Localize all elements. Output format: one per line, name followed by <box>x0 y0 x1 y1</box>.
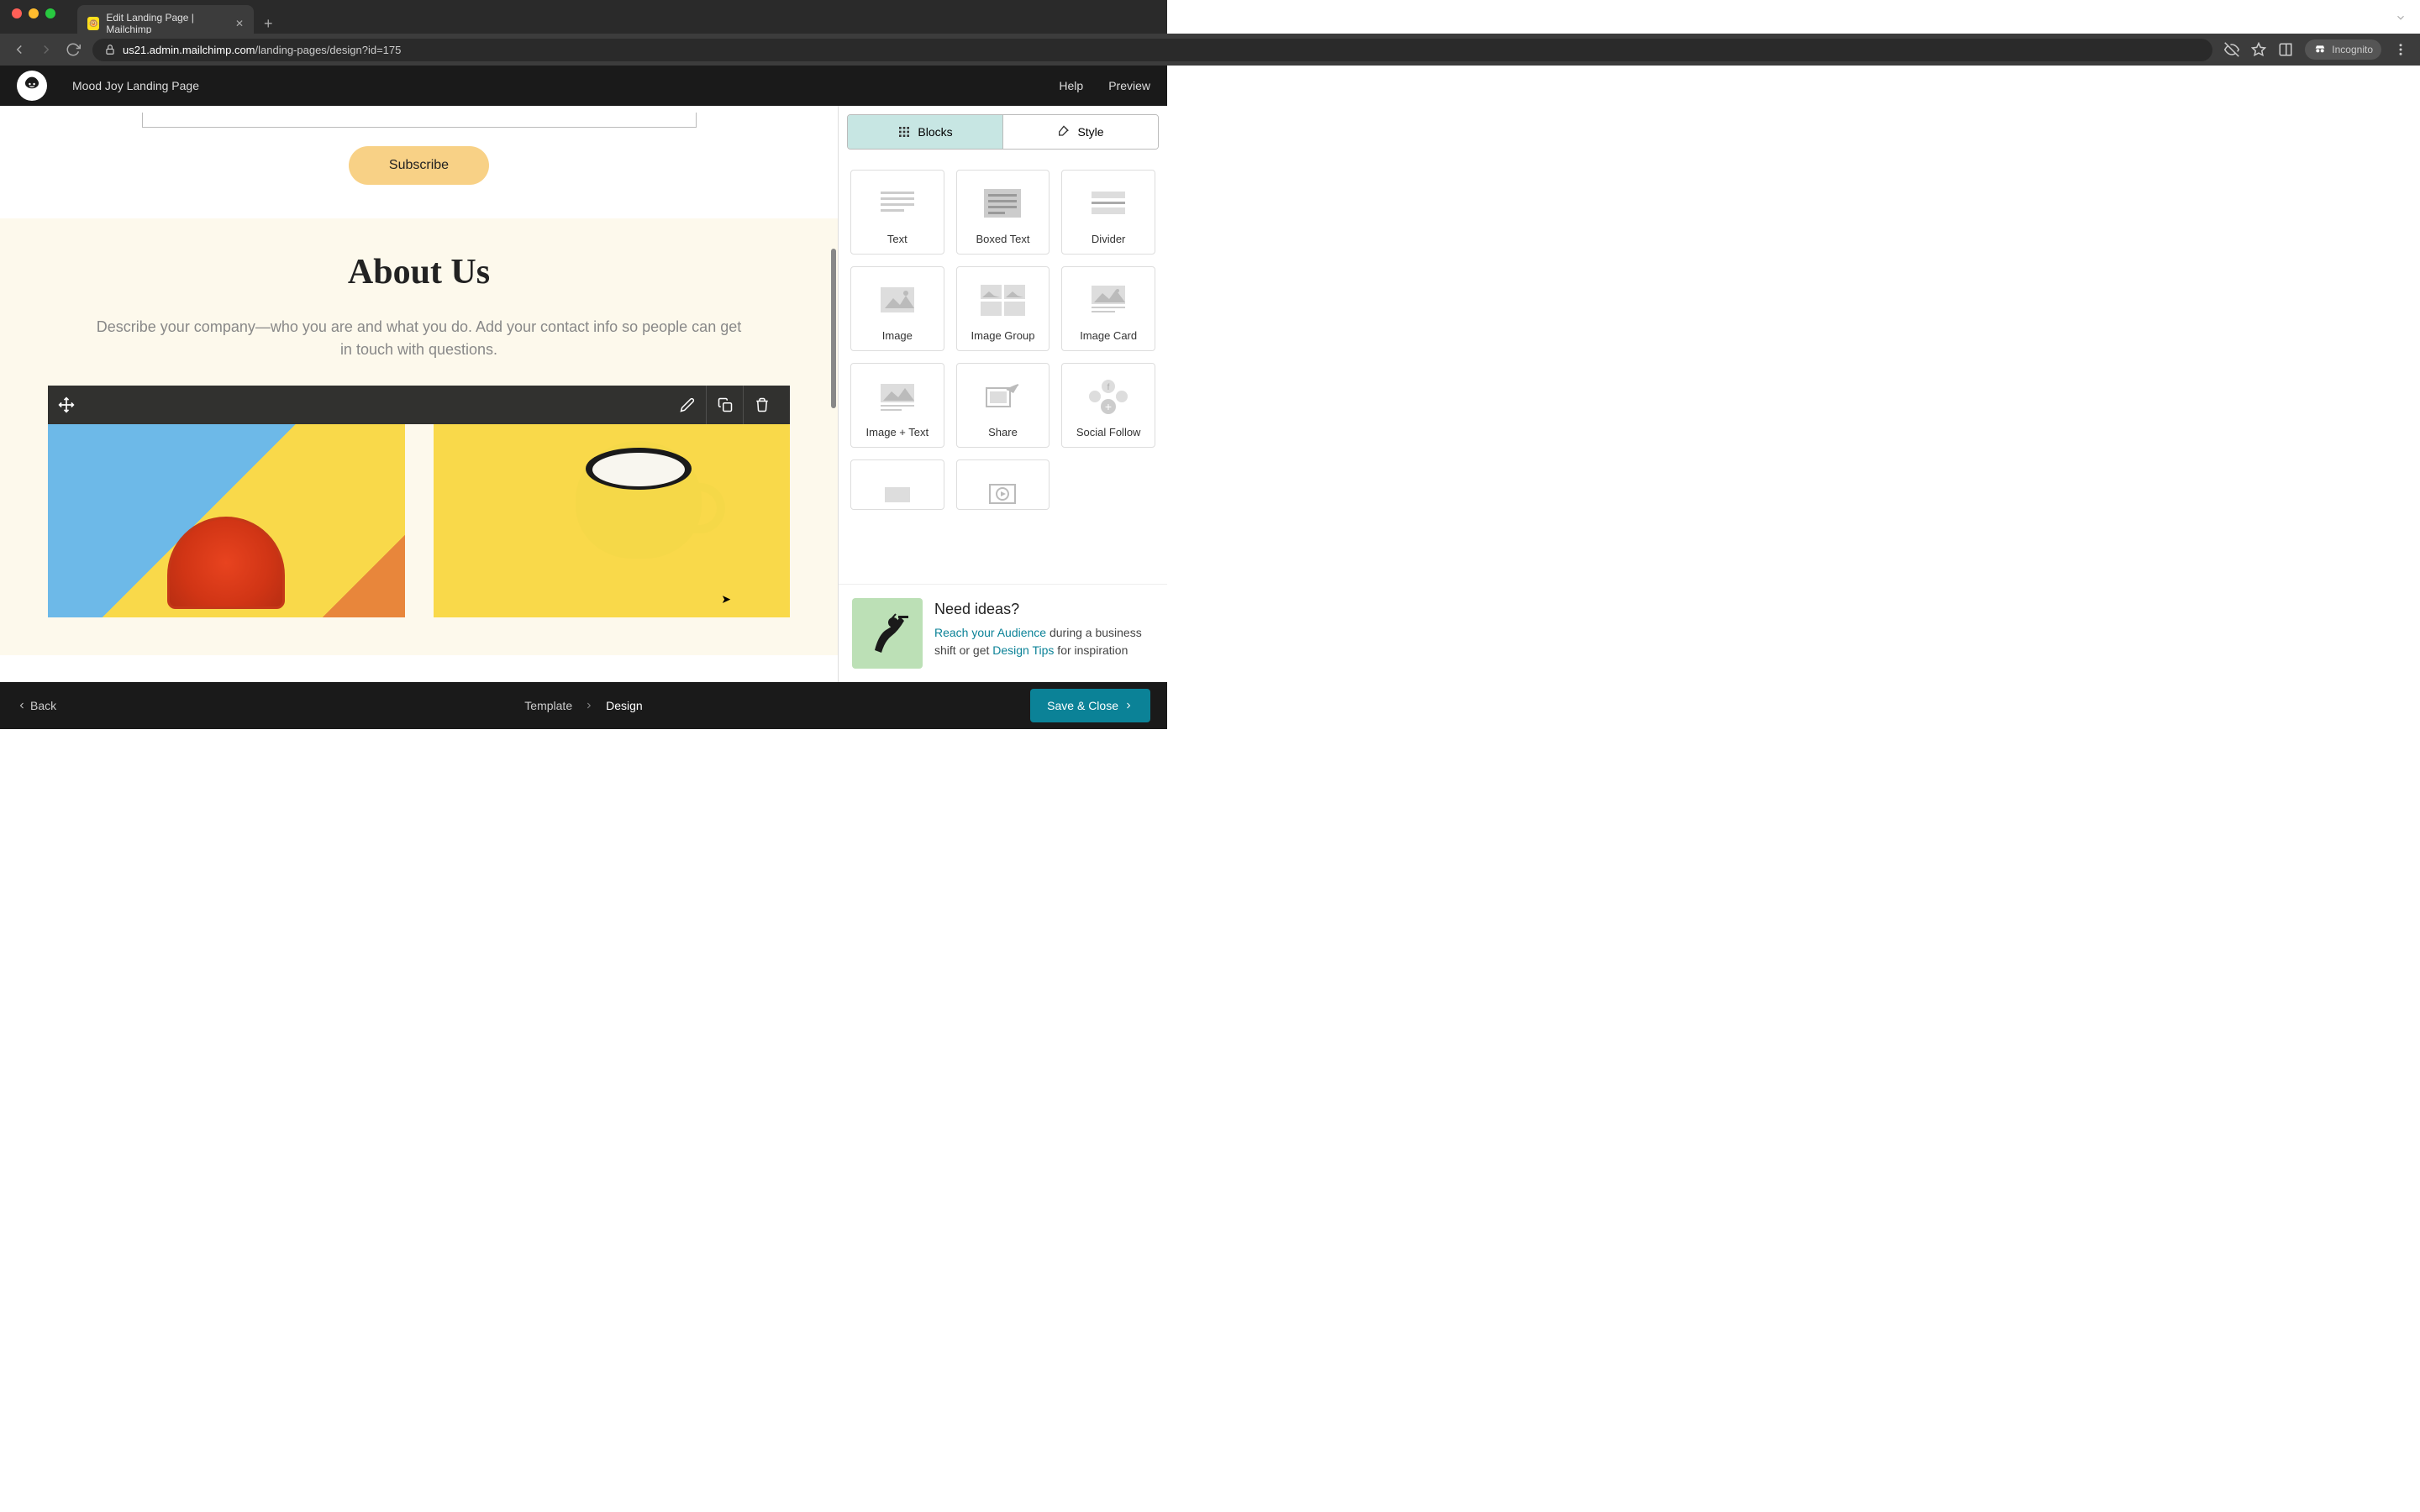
mouse-cursor-icon: ➤ <box>721 592 731 606</box>
ideas-title: Need ideas? <box>934 598 1154 621</box>
move-handle-icon[interactable] <box>58 396 75 413</box>
chevron-right-icon <box>584 701 594 711</box>
browser-chrome: 🐵 Edit Landing Page | Mailchimp ✕ + us21… <box>0 0 1167 66</box>
reach-audience-link[interactable]: Reach your Audience <box>934 626 1046 639</box>
block-video[interactable] <box>956 459 1050 510</box>
app-header: Mood Joy Landing Page Help Preview <box>0 66 1167 106</box>
extensions-icon[interactable] <box>2278 42 2293 57</box>
reload-button[interactable] <box>66 42 81 57</box>
side-panel: Blocks Style Text Boxed Text Divider <box>838 106 1167 682</box>
about-us-heading[interactable]: About Us <box>25 252 813 292</box>
window-maximize-button[interactable] <box>45 8 55 18</box>
block-divider[interactable]: Divider <box>1061 170 1155 255</box>
window-close-button[interactable] <box>12 8 22 18</box>
preview-link[interactable]: Preview <box>1108 79 1150 92</box>
save-close-button[interactable]: Save & Close <box>1030 689 1150 722</box>
share-icon <box>964 374 1043 419</box>
image-icon <box>858 277 937 323</box>
svg-text:f: f <box>1107 383 1110 392</box>
address-bar[interactable]: us21.admin.mailchimp.com/landing-pages/d… <box>92 39 2212 61</box>
duplicate-block-button[interactable] <box>706 386 743 424</box>
subscribe-button[interactable]: Subscribe <box>349 146 489 185</box>
new-tab-button[interactable]: + <box>264 15 273 33</box>
block-partial-icon <box>858 470 937 510</box>
incognito-icon <box>2313 43 2327 56</box>
block-boxed-text[interactable]: Boxed Text <box>956 170 1050 255</box>
block-share[interactable]: Share <box>956 363 1050 448</box>
image-group-block[interactable]: ➤ <box>47 385 791 618</box>
help-link[interactable]: Help <box>1059 79 1083 92</box>
mailchimp-favicon-icon: 🐵 <box>87 17 99 30</box>
block-image-text[interactable]: Image + Text <box>850 363 944 448</box>
block-image-group[interactable]: Image Group <box>956 266 1050 351</box>
block-image-card[interactable]: Image Card <box>1061 266 1155 351</box>
image-card-icon <box>1069 277 1148 323</box>
tab-style[interactable]: Style <box>1003 115 1158 149</box>
about-us-description[interactable]: Describe your company—who you are and wh… <box>92 316 747 361</box>
delete-block-button[interactable] <box>743 386 780 424</box>
paint-icon <box>1057 125 1071 139</box>
grid-icon <box>897 125 911 139</box>
ideas-illustration <box>852 598 923 669</box>
nav-back-button[interactable] <box>12 42 27 57</box>
image-text-icon <box>858 374 937 419</box>
image-group-icon <box>964 277 1043 323</box>
nav-forward-button[interactable] <box>39 42 54 57</box>
boxed-text-icon <box>964 181 1043 226</box>
tab-blocks[interactable]: Blocks <box>848 115 1003 149</box>
svg-text:+: + <box>1105 400 1112 413</box>
editor-canvas[interactable]: Subscribe About Us Describe your company… <box>0 106 838 682</box>
block-text[interactable]: Text <box>850 170 944 255</box>
block-image[interactable]: Image <box>850 266 944 351</box>
design-tips-link[interactable]: Design Tips <box>992 643 1054 657</box>
bookmark-star-icon[interactable] <box>2251 42 2266 57</box>
block-toolbar <box>48 386 790 424</box>
mailchimp-logo[interactable] <box>17 71 47 101</box>
divider-icon <box>1069 181 1148 226</box>
breadcrumb: Template Design <box>524 699 642 712</box>
eye-off-icon[interactable] <box>2224 42 2239 57</box>
window-minimize-button[interactable] <box>29 8 39 18</box>
block-social-follow[interactable]: f+ Social Follow <box>1061 363 1155 448</box>
bottom-bar: Back Template Design Save & Close <box>0 682 1167 729</box>
url-path: /landing-pages/design?id=175 <box>255 44 402 56</box>
tab-title: Edit Landing Page | Mailchimp <box>106 12 229 35</box>
text-block-icon <box>858 181 937 226</box>
need-ideas-panel: Need ideas? Reach your Audience during a… <box>839 584 1167 682</box>
canvas-scrollbar[interactable] <box>831 249 836 408</box>
tabs-dropdown-icon[interactable] <box>2395 12 2407 24</box>
incognito-badge[interactable]: Incognito <box>2305 39 2381 60</box>
chevron-left-icon <box>17 701 27 711</box>
email-input-field[interactable] <box>142 113 697 128</box>
page-title: Mood Joy Landing Page <box>72 79 199 92</box>
lock-icon <box>104 44 116 55</box>
image-left[interactable] <box>48 424 405 617</box>
back-button[interactable]: Back <box>17 699 56 712</box>
browser-menu-icon[interactable] <box>2393 42 2408 57</box>
social-follow-icon: f+ <box>1069 374 1148 419</box>
url-domain: us21.admin.mailchimp.com <box>123 44 255 56</box>
breadcrumb-design[interactable]: Design <box>606 699 643 712</box>
close-tab-icon[interactable]: ✕ <box>235 18 244 29</box>
chevron-right-icon <box>1123 701 1134 711</box>
edit-block-button[interactable] <box>669 386 706 424</box>
image-right[interactable]: ➤ <box>434 424 791 617</box>
breadcrumb-template[interactable]: Template <box>524 699 572 712</box>
video-icon <box>964 470 1043 510</box>
block-partial-1[interactable] <box>850 459 944 510</box>
